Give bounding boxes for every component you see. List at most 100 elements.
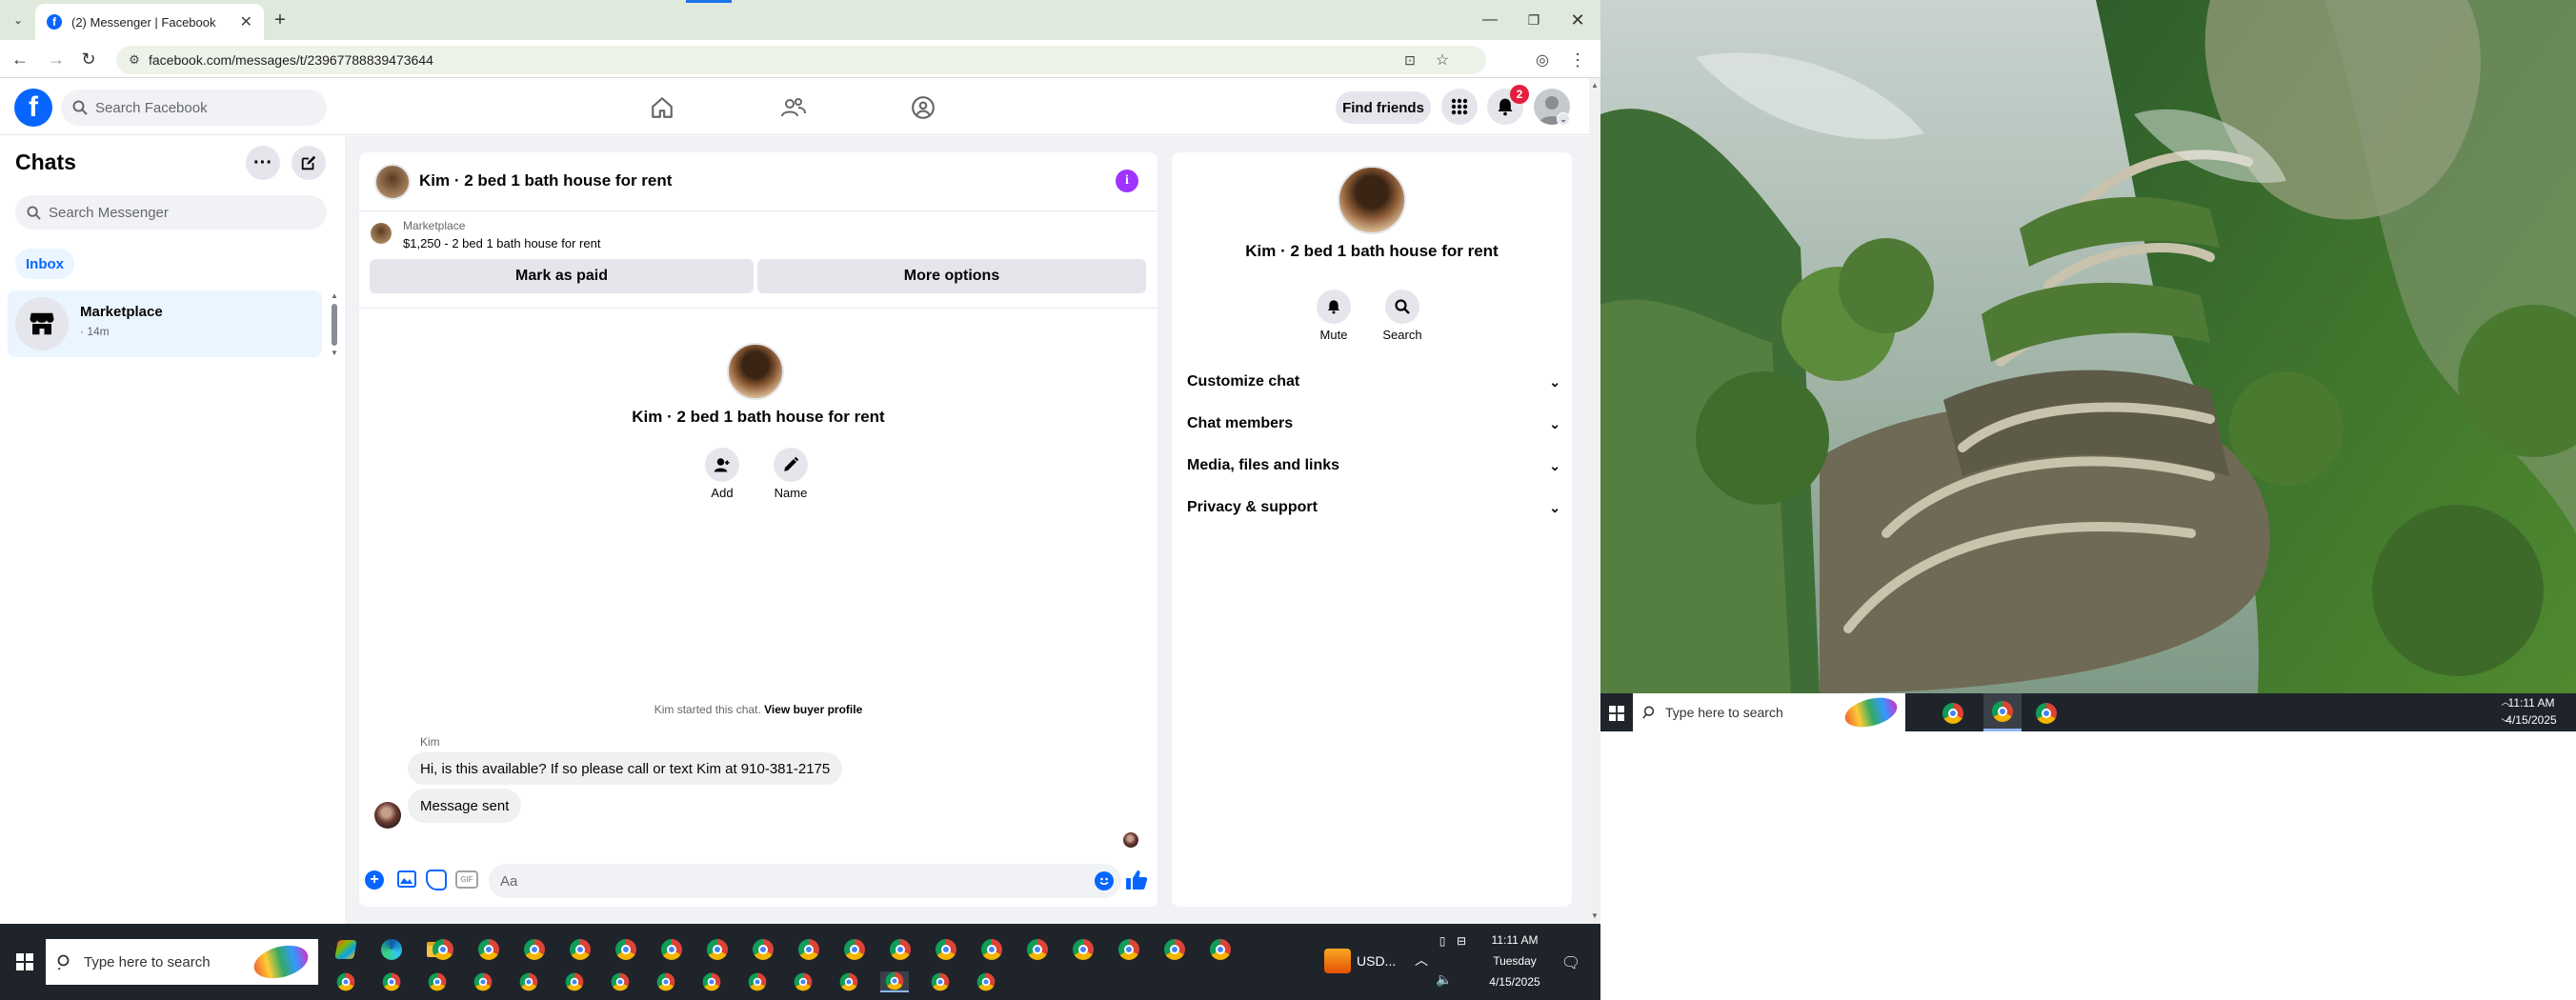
- chrome-taskbar-icon[interactable]: [1023, 935, 1052, 964]
- back-icon[interactable]: ←: [10, 49, 30, 70]
- chrome-taskbar-icon[interactable]: [560, 971, 589, 992]
- filter-inbox-tab[interactable]: Inbox: [15, 249, 74, 279]
- network-icon[interactable]: ⊟: [1452, 931, 1471, 950]
- chrome-taskbar-icon[interactable]: [1942, 702, 1964, 725]
- taskbar-time[interactable]: 11:11 AM: [1473, 933, 1557, 947]
- listing-small-thumbnail[interactable]: [371, 223, 392, 244]
- desktop-taskbar-search[interactable]: Type here to search: [1633, 692, 1905, 732]
- chrome-taskbar-icon[interactable]: [606, 971, 634, 992]
- media-files-links-section[interactable]: Media, files and links ⌄: [1187, 453, 1560, 478]
- chrome-taskbar-icon[interactable]: [332, 971, 360, 992]
- account-chevron-icon[interactable]: ⌄: [1557, 112, 1570, 126]
- info-profile-picture[interactable]: [1338, 166, 1406, 234]
- chrome-taskbar-icon-active[interactable]: [1983, 693, 2022, 731]
- message-bubble[interactable]: Hi, is this available? If so please call…: [408, 752, 843, 785]
- chrome-taskbar-icon[interactable]: [835, 971, 863, 992]
- chrome-taskbar-icon[interactable]: [514, 971, 543, 992]
- photo-attach-icon[interactable]: [397, 870, 416, 888]
- find-friends-button[interactable]: Find friends: [1336, 91, 1431, 124]
- chrome-taskbar-icon[interactable]: [697, 971, 726, 992]
- messenger-search[interactable]: Search Messenger: [15, 195, 327, 230]
- chrome-taskbar-icon[interactable]: [743, 971, 772, 992]
- page-scroll-up-icon[interactable]: ▲: [1590, 80, 1600, 90]
- sticker-icon[interactable]: [426, 870, 447, 890]
- chrome-taskbar-icon[interactable]: [652, 971, 680, 992]
- page-scroll-down-icon[interactable]: ▼: [1590, 910, 1600, 920]
- conversation-profile-picture[interactable]: [727, 343, 784, 400]
- reload-icon[interactable]: ↻: [78, 49, 99, 70]
- chrome-taskbar-icon[interactable]: [469, 971, 497, 992]
- message-bubble[interactable]: Message sent: [408, 789, 522, 823]
- emoji-icon[interactable]: [1095, 871, 1114, 890]
- chrome-taskbar-icon[interactable]: [977, 935, 1006, 964]
- chrome-taskbar-icon[interactable]: [377, 971, 406, 992]
- chrome-taskbar-icon[interactable]: [972, 971, 1000, 992]
- new-message-icon[interactable]: [292, 146, 326, 180]
- chrome-taskbar-icon[interactable]: [566, 935, 594, 964]
- view-buyer-profile-link[interactable]: View buyer profile: [764, 703, 862, 716]
- chrome-taskbar-icon[interactable]: [840, 935, 869, 964]
- scroll-up-icon[interactable]: ▲: [330, 290, 339, 300]
- tab-search-icon[interactable]: ⌄: [8, 10, 29, 30]
- listing-description[interactable]: $1,250 - 2 bed 1 bath house for rent: [403, 236, 600, 250]
- chrome-taskbar-icon[interactable]: [423, 971, 452, 992]
- chrome-taskbar-icon[interactable]: [880, 971, 909, 992]
- listing-thumbnail[interactable]: [374, 164, 411, 200]
- sender-avatar[interactable]: [374, 802, 401, 829]
- edge-icon[interactable]: [377, 935, 406, 964]
- friends-icon[interactable]: [779, 93, 808, 122]
- chrome-taskbar-icon[interactable]: [795, 935, 823, 964]
- conversation-info-icon[interactable]: i: [1116, 170, 1138, 192]
- ms365-icon[interactable]: [332, 935, 360, 964]
- site-info-icon[interactable]: ⚙: [126, 51, 143, 69]
- desktop-scroll-up-icon[interactable]: ︿: [2500, 695, 2511, 707]
- browser-menu-icon[interactable]: ⋮: [1567, 50, 1588, 70]
- taskbar-search-box[interactable]: Type here to search: [46, 939, 318, 985]
- notification-center-icon[interactable]: 🗨: [1560, 952, 1581, 973]
- currency-widget-icon[interactable]: [1324, 949, 1351, 973]
- facebook-search[interactable]: Search Facebook: [61, 90, 327, 126]
- volume-icon[interactable]: 🔈: [1433, 970, 1456, 989]
- page-scrollbar[interactable]: ▲ ▼: [1589, 78, 1600, 924]
- groups-icon[interactable]: [909, 93, 937, 122]
- chrome-taskbar-icon[interactable]: [703, 935, 732, 964]
- chrome-taskbar-icon[interactable]: [657, 935, 686, 964]
- menu-grid-icon[interactable]: [1441, 89, 1478, 125]
- chrome-taskbar-icon[interactable]: [1069, 935, 1097, 964]
- search-in-conversation-icon[interactable]: [1385, 290, 1419, 324]
- forward-icon[interactable]: →: [46, 49, 67, 70]
- chat-list-item[interactable]: Marketplace · 14m: [8, 290, 322, 357]
- currency-widget-label[interactable]: USD...: [1357, 953, 1396, 969]
- customize-chat-section[interactable]: Customize chat ⌄: [1187, 370, 1560, 394]
- facebook-logo-icon[interactable]: f: [14, 89, 52, 127]
- chrome-taskbar-icon[interactable]: [926, 971, 955, 992]
- privacy-support-section[interactable]: Privacy & support ⌄: [1187, 495, 1560, 520]
- chrome-taskbar-icon[interactable]: [932, 935, 960, 964]
- message-input[interactable]: Aa: [489, 864, 1121, 898]
- gif-icon[interactable]: GIF: [455, 870, 478, 889]
- pencil-icon[interactable]: [774, 448, 808, 482]
- profile-icon[interactable]: ◎: [1532, 50, 1553, 70]
- chat-members-section[interactable]: Chat members ⌄: [1187, 411, 1560, 436]
- minimize-icon[interactable]: —: [1477, 8, 1503, 32]
- bookmark-star-icon[interactable]: ☆: [1433, 50, 1452, 70]
- chrome-taskbar-icon[interactable]: [612, 935, 640, 964]
- chat-list-scrollbar[interactable]: [332, 304, 337, 346]
- more-options-button[interactable]: More options: [757, 259, 1146, 293]
- conversation-title[interactable]: Kim · 2 bed 1 bath house for rent: [419, 171, 672, 190]
- chat-options-icon[interactable]: ···: [246, 146, 280, 180]
- chrome-taskbar-icon[interactable]: [789, 971, 817, 992]
- windows-start-icon[interactable]: [11, 949, 38, 975]
- scroll-down-icon[interactable]: ▼: [330, 348, 339, 357]
- tray-device-icon[interactable]: ▯: [1433, 931, 1452, 950]
- home-icon[interactable]: [648, 93, 676, 122]
- taskbar-date[interactable]: 4/15/2025: [1473, 975, 1557, 989]
- show-hidden-icons-icon[interactable]: ︿: [1412, 950, 1431, 970]
- desktop-scroll-down-icon[interactable]: ﹀: [2500, 716, 2511, 728]
- chrome-taskbar-icon[interactable]: [1115, 935, 1143, 964]
- taskbar-day[interactable]: Tuesday: [1473, 954, 1557, 968]
- window-close-icon[interactable]: ✕: [1564, 8, 1591, 32]
- more-actions-plus-icon[interactable]: +: [365, 870, 384, 890]
- chrome-taskbar-icon[interactable]: [886, 935, 915, 964]
- install-app-icon[interactable]: ⊡: [1400, 50, 1419, 70]
